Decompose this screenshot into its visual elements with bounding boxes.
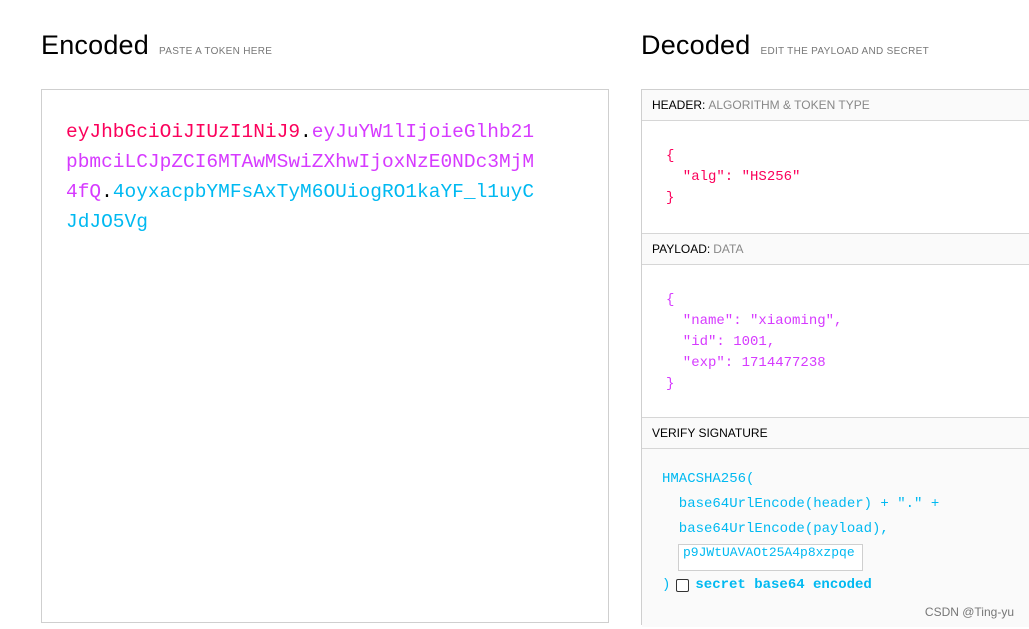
watermark: CSDN @Ting-yu: [924, 605, 1014, 619]
signature-close-paren: ): [662, 577, 671, 593]
payload-section-heading: PAYLOAD: DATA: [642, 234, 1029, 265]
payload-json-line: "exp": 1714477238: [666, 355, 826, 371]
encoded-heading: Encoded PASTE A TOKEN HERE: [41, 30, 272, 61]
token-signature-part: 4oyxacpbYMFsAxTyM6OUiogRO1kaYF_l1uyCJdJO…: [66, 181, 535, 233]
payload-json-editor[interactable]: { "name": "xiaoming", "id": 1001, "exp":…: [642, 265, 1029, 418]
encoded-token-textarea[interactable]: eyJhbGciOiJIUzI1NiJ9.eyJuYW1lIjoieGlhb21…: [41, 89, 609, 623]
header-section-sublabel: ALGORITHM & TOKEN TYPE: [708, 98, 870, 112]
payload-json-line: "name": "xiaoming",: [666, 313, 843, 329]
payload-json-line: }: [666, 376, 675, 392]
token-dot: .: [101, 181, 113, 203]
base64-row: ) secret base64 encoded: [662, 577, 872, 593]
header-json-line: }: [666, 190, 675, 206]
signature-line-header: base64UrlEncode(header) + "." +: [662, 496, 940, 512]
header-json-editor[interactable]: { "alg": "HS256"}: [642, 121, 1029, 234]
signature-line-payload: base64UrlEncode(payload),: [662, 521, 889, 537]
payload-section-label: PAYLOAD:: [652, 242, 711, 256]
header-section-heading: HEADER: ALGORITHM & TOKEN TYPE: [642, 90, 1029, 121]
secret-input[interactable]: p9JWtUAVAOt25A4p8xzpqe: [678, 544, 863, 571]
signature-line-hmac: HMACSHA256(: [662, 471, 755, 487]
header-section-label: HEADER:: [652, 98, 706, 112]
payload-section-sublabel: DATA: [713, 242, 744, 256]
signature-section-heading: VERIFY SIGNATURE: [642, 418, 1029, 449]
secret-input-value: p9JWtUAVAOt25A4p8xzpqe: [683, 545, 855, 560]
decoded-heading: Decoded EDIT THE PAYLOAD AND SECRET: [641, 30, 929, 61]
payload-json-line: "id": 1001,: [666, 334, 776, 350]
signature-body: HMACSHA256( base64UrlEncode(header) + ".…: [642, 449, 1029, 627]
encoded-subtitle: PASTE A TOKEN HERE: [159, 46, 273, 57]
payload-json-line: {: [666, 292, 675, 308]
token-header-part: eyJhbGciOiJIUzI1NiJ9: [66, 121, 301, 143]
header-json-line: {: [666, 148, 675, 164]
header-json[interactable]: { "alg": "HS256"}: [666, 146, 800, 209]
header-json-line: "alg": "HS256": [666, 169, 801, 185]
encoded-title: Encoded: [41, 30, 149, 60]
token-dot: .: [300, 121, 312, 143]
encoded-token-text[interactable]: eyJhbGciOiJIUzI1NiJ9.eyJuYW1lIjoieGlhb21…: [66, 117, 544, 237]
payload-json[interactable]: { "name": "xiaoming", "id": 1001, "exp":…: [666, 290, 842, 395]
decoded-title: Decoded: [641, 30, 751, 60]
decoded-panel: HEADER: ALGORITHM & TOKEN TYPE { "alg": "…: [641, 89, 1029, 627]
secret-base64-label[interactable]: secret base64 encoded: [695, 577, 871, 593]
signature-section-label: VERIFY SIGNATURE: [652, 426, 768, 440]
secret-base64-checkbox[interactable]: [676, 578, 690, 592]
decoded-subtitle: EDIT THE PAYLOAD AND SECRET: [760, 46, 929, 57]
